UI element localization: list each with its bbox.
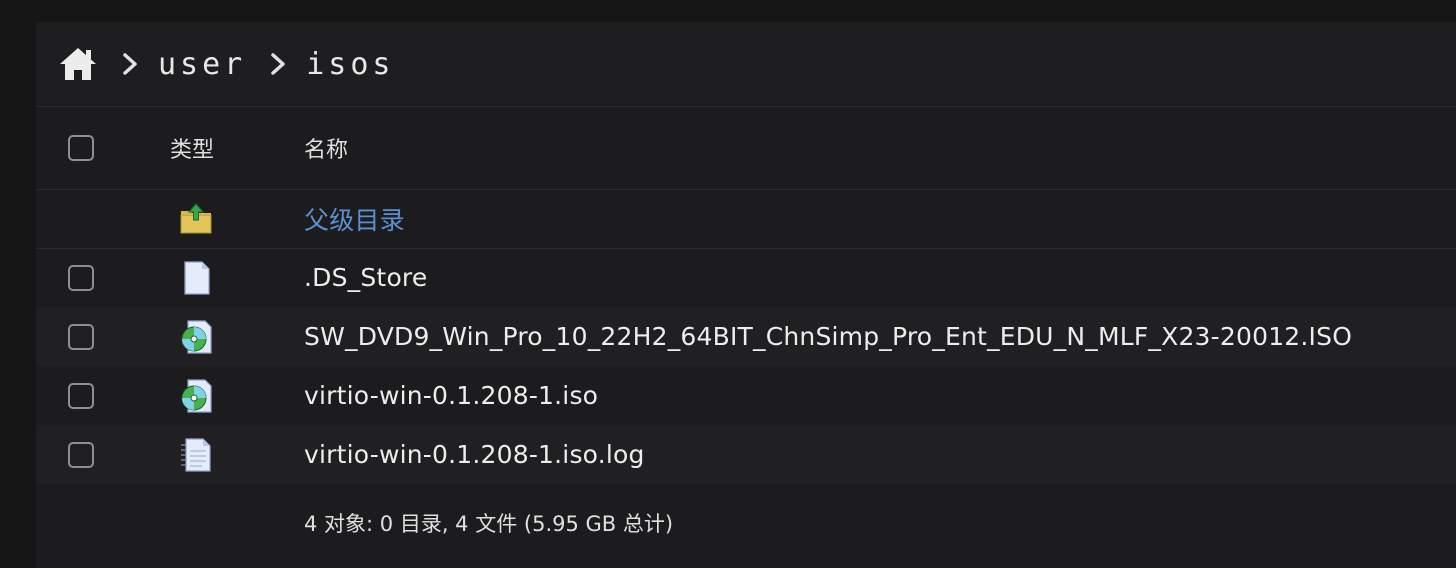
text-file-icon xyxy=(181,437,211,472)
row-checkbox[interactable] xyxy=(68,264,94,291)
select-all-checkbox[interactable] xyxy=(68,134,94,161)
parent-folder-icon xyxy=(180,202,212,233)
breadcrumb: user isos xyxy=(36,22,1456,107)
table-row[interactable]: SW_DVD9_Win_Pro_10_22H2_64BIT_ChnSimp_Pr… xyxy=(36,307,1456,366)
breadcrumb-item-isos[interactable]: isos xyxy=(306,47,394,82)
parent-directory-row[interactable]: 父级目录 xyxy=(36,189,1456,248)
directory-summary: 4 对象: 0 目录, 4 文件 (5.95 GB 总计) xyxy=(304,512,674,536)
file-name[interactable]: SW_DVD9_Win_Pro_10_22H2_64BIT_ChnSimp_Pr… xyxy=(304,322,1352,351)
chevron-right-icon xyxy=(271,53,285,75)
row-checkbox[interactable] xyxy=(68,441,94,468)
table-row[interactable]: virtio-win-0.1.208-1.iso xyxy=(36,366,1456,425)
parent-directory-link[interactable]: 父级目录 xyxy=(304,206,405,235)
file-name[interactable]: virtio-win-0.1.208-1.iso.log xyxy=(304,440,645,469)
home-icon[interactable] xyxy=(58,46,98,82)
disc-image-icon xyxy=(181,378,212,413)
row-checkbox[interactable] xyxy=(68,382,94,409)
file-table: 类型 名称 父级目录 .DS_Store SW_DVD9_Win_Pro_10_… xyxy=(36,107,1456,484)
type-column-header[interactable]: 类型 xyxy=(170,107,304,189)
disc-image-icon xyxy=(181,319,212,354)
table-row[interactable]: virtio-win-0.1.208-1.iso.log xyxy=(36,425,1456,484)
select-all-cell xyxy=(36,107,170,189)
table-row[interactable]: .DS_Store xyxy=(36,248,1456,307)
file-name[interactable]: .DS_Store xyxy=(304,263,427,292)
file-browser-panel: user isos 类型 名称 父级目录 .DS_Store SW_DVD9_W… xyxy=(36,22,1456,568)
table-header-row: 类型 名称 xyxy=(36,107,1456,189)
breadcrumb-item-user[interactable]: user xyxy=(158,47,246,82)
name-column-header[interactable]: 名称 xyxy=(304,107,1456,189)
generic-file-icon xyxy=(184,261,210,295)
file-name[interactable]: virtio-win-0.1.208-1.iso xyxy=(304,381,598,410)
row-checkbox[interactable] xyxy=(68,323,94,350)
chevron-right-icon xyxy=(123,53,137,75)
